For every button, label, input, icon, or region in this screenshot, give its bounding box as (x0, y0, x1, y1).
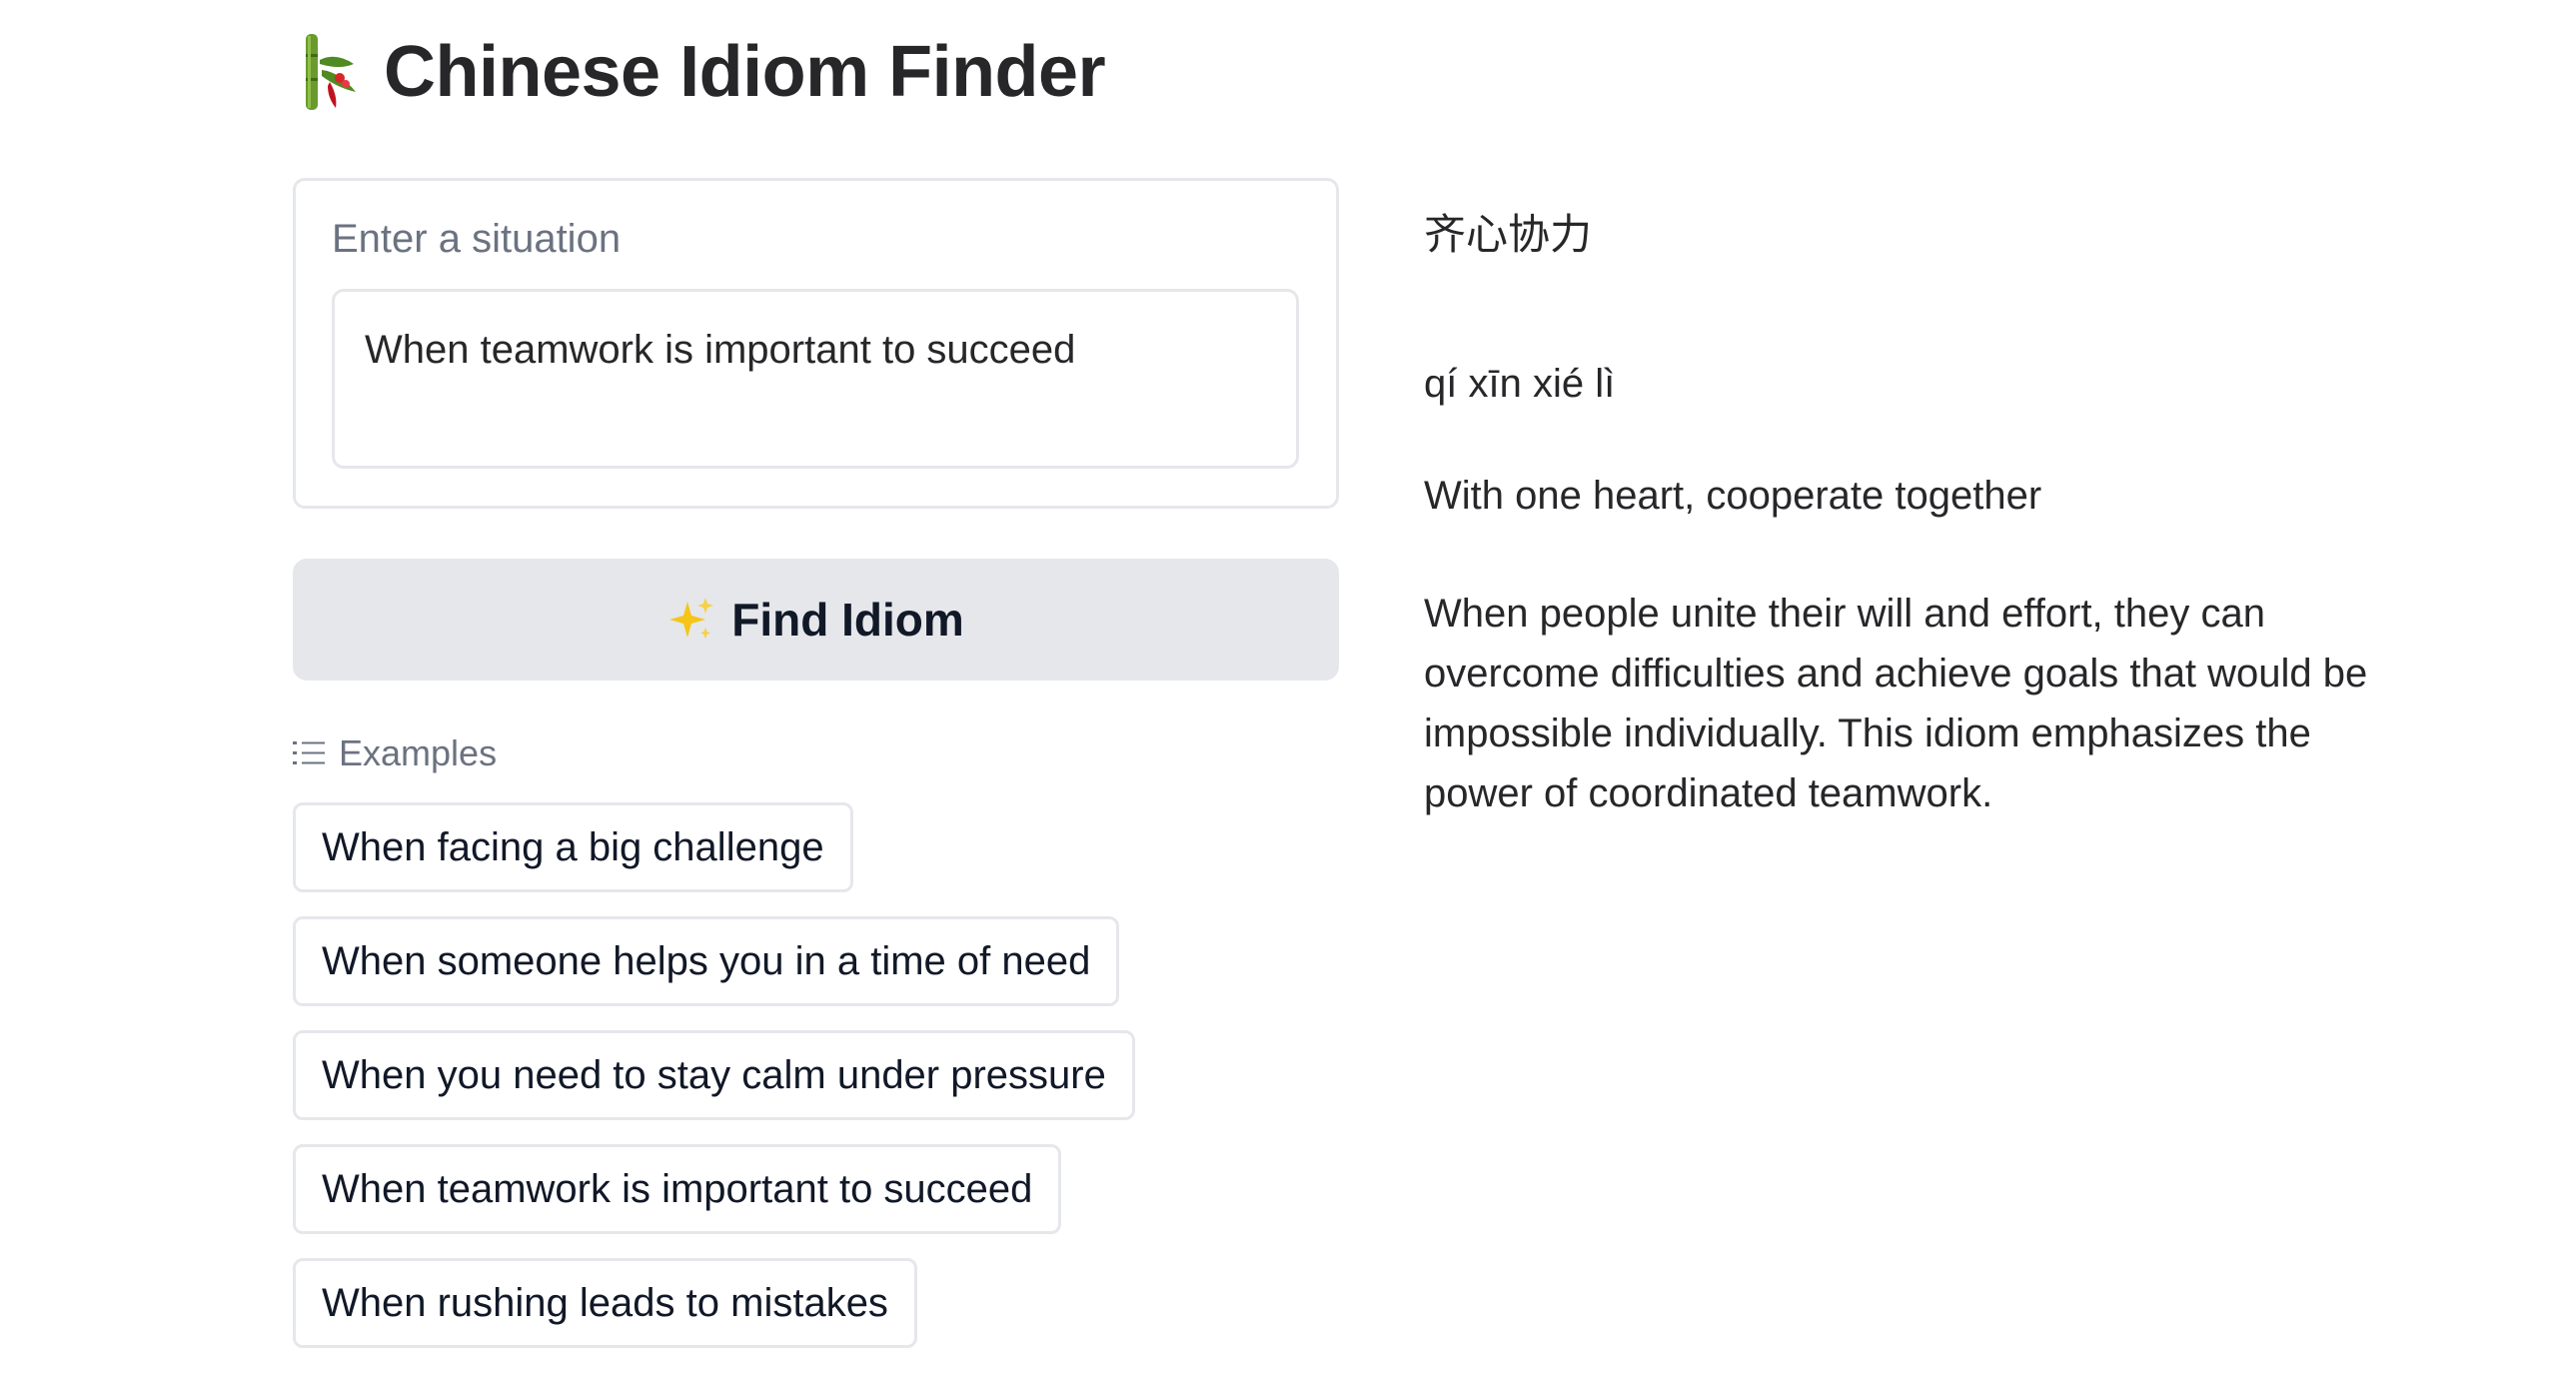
examples-header: Examples (293, 732, 1339, 774)
example-chip-big-challenge[interactable]: When facing a big challenge (293, 802, 853, 892)
header: Chinese Idiom Finder (296, 30, 1106, 114)
idiom-explanation: When people unite their will and effort,… (1424, 592, 2368, 816)
situation-input[interactable]: When teamwork is important to succeed (332, 289, 1299, 469)
idiom-translation: With one heart, cooperate together (1424, 474, 2042, 519)
idiom-chinese: 齐心协力 (1424, 210, 1593, 259)
examples-label: Examples (339, 732, 498, 773)
left-column: Enter a situation When teamwork is impor… (293, 178, 1339, 1348)
find-idiom-button-label: Find Idiom (731, 594, 964, 646)
situation-input-label: Enter a situation (332, 217, 622, 261)
result-panel: 齐心协力 qí xīn xié lì With one heart, coope… (1424, 210, 2423, 823)
example-chip-time-of-need[interactable]: When someone helps you in a time of need (293, 916, 1120, 1006)
examples-list: When facing a big challenge When someone… (293, 802, 1339, 1348)
bamboo-icon (306, 34, 356, 110)
example-chip-teamwork[interactable]: When teamwork is important to succeed (293, 1144, 1062, 1234)
situation-input-card: Enter a situation When teamwork is impor… (293, 178, 1339, 509)
list-icon (293, 741, 325, 764)
app-title: Chinese Idiom Finder (384, 32, 1106, 112)
sparkles-icon (669, 598, 714, 639)
example-chip-calm-under-pressure[interactable]: When you need to stay calm under pressur… (293, 1030, 1135, 1120)
idiom-pinyin: qí xīn xié lì (1424, 362, 1616, 407)
find-idiom-button[interactable]: Find Idiom (293, 559, 1339, 681)
app-page: Chinese Idiom Finder Enter a situation W… (0, 0, 2576, 1375)
example-chip-rushing-mistakes[interactable]: When rushing leads to mistakes (293, 1258, 917, 1348)
